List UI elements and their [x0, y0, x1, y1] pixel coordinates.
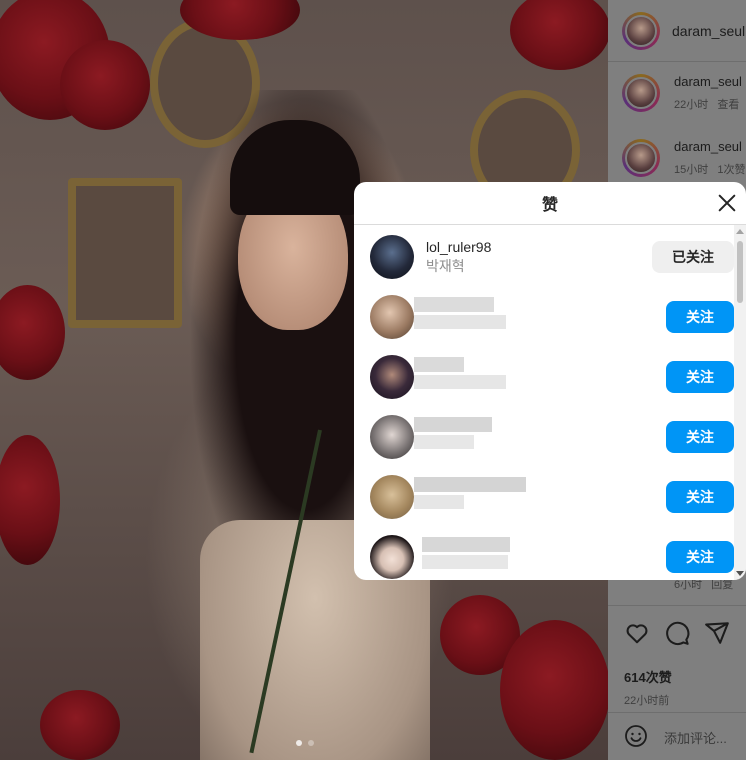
blurred-name [414, 357, 506, 391]
list-item: 关注 [354, 467, 734, 527]
list-item: 关注 [354, 347, 734, 407]
post-time: 22小时前 [624, 695, 670, 707]
emoji-icon[interactable] [624, 724, 648, 751]
avatar[interactable] [370, 235, 414, 279]
username[interactable]: lol_ruler98 [426, 239, 652, 255]
scroll-up-icon[interactable] [736, 229, 744, 234]
follow-button[interactable]: 关注 [666, 541, 734, 573]
follow-button[interactable]: 关注 [666, 301, 734, 333]
rose [60, 40, 150, 130]
rose [0, 285, 65, 380]
likes-modal: 赞 lol_ruler98 박재혁 已关注 关注 关注 关注 关注 关注 [354, 182, 746, 580]
comment-icon[interactable] [664, 620, 690, 651]
avatar[interactable] [370, 475, 414, 519]
follow-button[interactable]: 关注 [666, 421, 734, 453]
post-header: daram_seul [608, 0, 746, 62]
modal-title: 赞 [541, 197, 558, 214]
blurred-name [414, 297, 506, 331]
scroll-down-icon[interactable] [736, 571, 744, 576]
like-count[interactable]: 614次赞 [608, 651, 746, 686]
list-item: 关注 [354, 407, 734, 467]
reply-link[interactable]: 回复 [711, 579, 733, 591]
avatar[interactable] [370, 415, 414, 459]
scrollbar[interactable] [734, 225, 746, 580]
close-icon[interactable] [714, 190, 740, 216]
comment-item: daram_seul 15小时 1次赞 [622, 139, 746, 177]
avatar[interactable] [622, 11, 660, 50]
blurred-name [414, 477, 526, 511]
avatar[interactable] [370, 295, 414, 339]
comment-item: daram_seul 22小时 查看 [622, 74, 742, 112]
comment-time: 15小时 [674, 164, 709, 176]
rose [40, 690, 120, 760]
comment-likes[interactable]: 1次赞 [717, 164, 745, 176]
list-item: 关注 [354, 287, 734, 347]
avatar[interactable] [370, 535, 414, 579]
rose [500, 620, 608, 760]
comment-time: 22小时 [674, 99, 709, 111]
comment-user[interactable]: daram_seul [674, 74, 742, 89]
blurred-name [414, 537, 510, 571]
avatar[interactable] [370, 355, 414, 399]
display-name: 박재혁 [426, 257, 465, 274]
list-item: lol_ruler98 박재혁 已关注 [354, 227, 734, 287]
post-actions: 614次赞 22小时前 添加评论... [608, 605, 746, 760]
scrollbar-thumb[interactable] [737, 241, 743, 303]
comment-user[interactable]: daram_seul [674, 139, 746, 154]
list-item: 关注 [354, 527, 734, 580]
comment-action[interactable]: 查看 [717, 99, 739, 111]
carousel-dots [296, 740, 314, 746]
heart-icon[interactable] [624, 620, 650, 651]
modal-header: 赞 [354, 182, 746, 225]
avatar[interactable] [622, 139, 660, 177]
account-name[interactable]: daram_seul [672, 23, 745, 39]
follow-button[interactable]: 关注 [666, 481, 734, 513]
follow-button[interactable]: 关注 [666, 361, 734, 393]
photo-frame [68, 178, 182, 328]
avatar[interactable] [622, 74, 660, 112]
blurred-name [414, 417, 494, 451]
rose [0, 435, 60, 565]
comment-time: 6小时 [674, 579, 703, 591]
add-comment-bar: 添加评论... [608, 712, 746, 760]
rose [510, 0, 608, 70]
add-comment-input[interactable]: 添加评论... [664, 728, 727, 747]
likes-list[interactable]: lol_ruler98 박재혁 已关注 关注 关注 关注 关注 关注 [354, 225, 746, 580]
send-icon[interactable] [704, 620, 730, 651]
following-button[interactable]: 已关注 [652, 241, 734, 273]
